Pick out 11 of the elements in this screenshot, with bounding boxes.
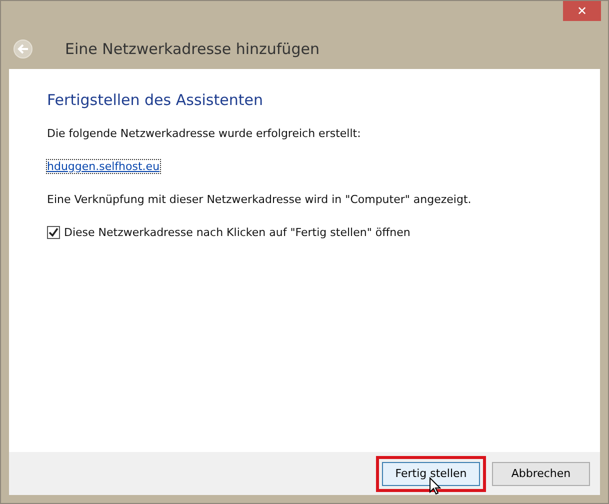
finish-button[interactable]: Fertig stellen: [382, 462, 480, 486]
mouse-pointer-icon: [429, 476, 441, 494]
note-text: Eine Verknüpfung mit dieser Netzwerkadresse wird in "Computer" angezeigt.: [47, 193, 472, 206]
window-title: Eine Netzwerkadresse hinzufügen: [65, 40, 320, 58]
cancel-button[interactable]: Abbrechen: [492, 462, 590, 486]
close-button[interactable]: ✕: [563, 1, 601, 21]
intro-text: Die folgende Netzwerkadresse wurde erfolgreich erstellt:: [47, 127, 361, 140]
wizard-heading: Fertigstellen des Assistenten: [47, 91, 263, 109]
checkbox-label: Diese Netzwerkadresse nach Klicken auf "Fertig stellen" öffnen: [64, 226, 410, 239]
address-link[interactable]: hduggen.selfhost.eu: [47, 160, 160, 173]
checkbox[interactable]: [47, 226, 60, 239]
